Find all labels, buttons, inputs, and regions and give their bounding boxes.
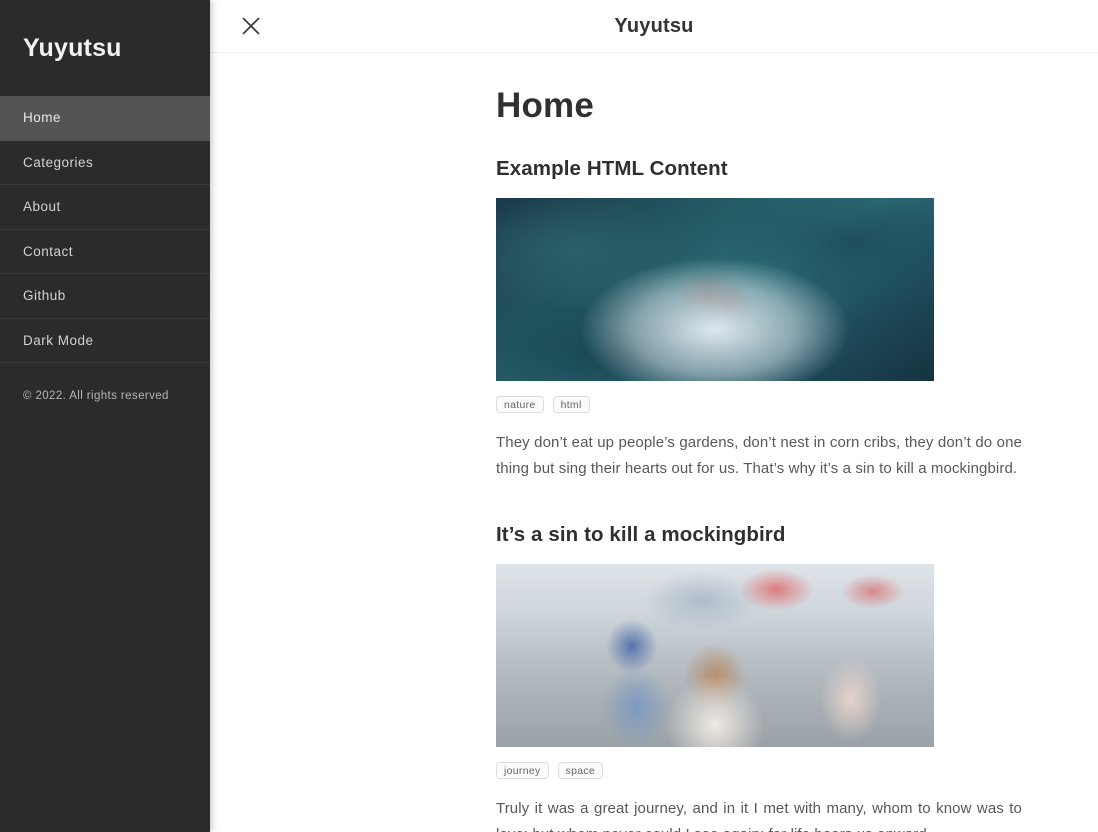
sidebar-item-label: Home	[23, 110, 62, 126]
main-content: Home Example HTML Content nature html Th…	[210, 53, 1098, 832]
post-image[interactable]	[496, 564, 934, 747]
sidebar-item-label: Contact	[23, 243, 74, 259]
tag-list: journey space	[496, 762, 1022, 779]
sidebar-item-categories[interactable]: Categories	[0, 141, 210, 185]
tag[interactable]: journey	[496, 762, 549, 779]
sidebar-item-contact[interactable]: Contact	[0, 230, 210, 274]
sidebar-item-label: About	[23, 199, 61, 215]
sidebar-item-label: Github	[23, 288, 66, 304]
sidebar-item-dark-mode[interactable]: Dark Mode	[0, 319, 210, 363]
sidebar-drawer: Yuyutsu Home Categories About Contact Gi…	[0, 0, 210, 832]
post-card: Example HTML Content nature html They do…	[496, 126, 1022, 482]
top-header: Yuyutsu	[210, 0, 1098, 53]
sidebar-item-label: Dark Mode	[23, 332, 94, 348]
post-image[interactable]	[496, 198, 934, 381]
tag[interactable]: nature	[496, 396, 544, 413]
post-body: They don’t eat up people’s gardens, don’…	[496, 434, 1022, 477]
post-title[interactable]: It’s a sin to kill a mockingbird	[496, 523, 1022, 547]
tag[interactable]: space	[557, 762, 604, 779]
tag[interactable]: html	[552, 396, 590, 413]
page-title-header: Yuyutsu	[614, 14, 694, 37]
post-body: Truly it was a great journey, and in it …	[496, 800, 1022, 832]
close-icon[interactable]	[238, 13, 264, 39]
sidebar-nav: Home Categories About Contact Github Dar…	[0, 96, 210, 363]
page-title: Home	[496, 86, 595, 125]
content-column: Home Example HTML Content nature html Th…	[496, 53, 1022, 832]
post-card: It’s a sin to kill a mockingbird journey…	[496, 482, 1022, 832]
sidebar-brand: Yuyutsu	[23, 33, 122, 62]
tag-list: nature html	[496, 396, 1022, 413]
sidebar-item-about[interactable]: About	[0, 185, 210, 230]
post-title[interactable]: Example HTML Content	[496, 157, 1022, 181]
sidebar-item-home[interactable]: Home	[0, 96, 210, 141]
sidebar-copyright: © 2022. All rights reserved	[23, 390, 169, 402]
app-root: Yuyutsu Home Categories About Contact Gi…	[0, 0, 1098, 832]
sidebar-item-github[interactable]: Github	[0, 274, 210, 319]
sidebar-item-label: Categories	[23, 154, 94, 170]
